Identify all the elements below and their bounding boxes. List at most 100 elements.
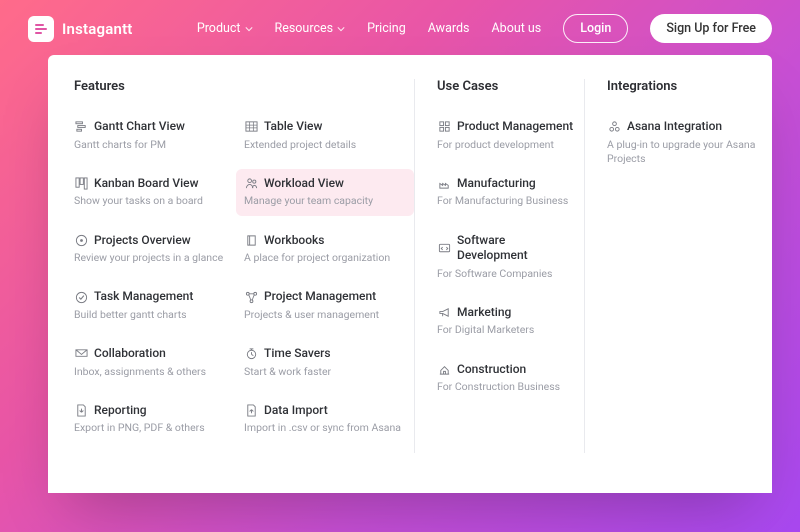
item-title: Product Management [457, 119, 573, 135]
menu-item-product-management[interactable]: Product Management For product developme… [437, 112, 584, 159]
product-mgmt-icon [437, 120, 451, 134]
features-header-spacer [244, 79, 414, 94]
item-desc: For Manufacturing Business [437, 194, 574, 208]
nav-label: Pricing [367, 21, 406, 36]
menu-item-projects-overview[interactable]: Projects Overview Review your projects i… [74, 226, 244, 273]
main-nav: Product Resources Pricing Awards About u… [197, 14, 772, 43]
item-title: Reporting [94, 403, 147, 419]
usecases-header: Use Cases [437, 79, 584, 94]
brand[interactable]: Instagantt [28, 16, 133, 42]
item-desc: A plug-in to upgrade your Asana Projects [607, 138, 764, 166]
topbar: Instagantt Product Resources Pricing Awa… [0, 0, 800, 55]
item-title: Task Management [94, 289, 193, 305]
menu-item-asana-integration[interactable]: Asana Integration A plug-in to upgrade y… [607, 112, 774, 173]
data-import-icon [244, 404, 258, 418]
item-title: Collaboration [94, 346, 166, 362]
item-desc: Start & work faster [244, 365, 404, 379]
item-title: Data Import [264, 403, 328, 419]
software-dev-icon [437, 241, 451, 255]
integrations-col: Integrations Asana Integration A plug-in… [584, 79, 774, 453]
menu-item-task-management[interactable]: Task Management Build better gantt chart… [74, 282, 244, 329]
nav-product[interactable]: Product [197, 21, 253, 36]
menu-item-table-view[interactable]: Table View Extended project details [244, 112, 414, 159]
chevron-down-icon [337, 25, 345, 33]
nav-pricing[interactable]: Pricing [367, 21, 406, 36]
item-desc: A place for project organization [244, 251, 404, 265]
integrations-header: Integrations [607, 79, 774, 94]
menu-item-software-development[interactable]: Software Development For Software Compan… [437, 226, 584, 288]
menu-item-project-management[interactable]: Project Management Projects & user manag… [244, 282, 414, 329]
asana-icon [607, 120, 621, 134]
menu-item-manufacturing[interactable]: Manufacturing For Manufacturing Business [437, 169, 584, 216]
item-title: Workload View [264, 176, 344, 192]
construction-icon [437, 362, 451, 376]
marketing-icon [437, 306, 451, 320]
item-desc: For Software Companies [437, 267, 574, 281]
nav-label: Resources [275, 21, 334, 36]
kanban-icon [74, 177, 88, 191]
item-desc: Import in .csv or sync from Asana [244, 421, 404, 435]
menu-item-time-savers[interactable]: Time Savers Start & work faster [244, 339, 414, 386]
menu-item-collaboration[interactable]: Collaboration Inbox, assignments & other… [74, 339, 244, 386]
manufacturing-icon [437, 177, 451, 191]
workload-icon [244, 177, 258, 191]
menu-item-reporting[interactable]: Reporting Export in PNG, PDF & others [74, 396, 244, 443]
item-desc: Build better gantt charts [74, 308, 234, 322]
menu-item-marketing[interactable]: Marketing For Digital Marketers [437, 298, 584, 345]
item-desc: Review your projects in a glance [74, 251, 234, 265]
item-desc: Projects & user management [244, 308, 404, 322]
item-title: Time Savers [264, 346, 331, 362]
overview-icon [74, 233, 88, 247]
item-title: Gantt Chart View [94, 119, 185, 135]
project-mgmt-icon [244, 290, 258, 304]
nav-label: Product [197, 21, 241, 36]
item-title: Workbooks [264, 233, 325, 249]
features-col-1: Features Gantt Chart View Gantt charts f… [74, 79, 244, 453]
item-title: Construction [457, 362, 526, 378]
chevron-down-icon [245, 25, 253, 33]
menu-item-data-import[interactable]: Data Import Import in .csv or sync from … [244, 396, 414, 443]
item-title: Projects Overview [94, 233, 191, 249]
menu-item-workload-view[interactable]: Workload View Manage your team capacity [236, 169, 414, 216]
usecases-col: Use Cases Product Management For product… [414, 79, 584, 453]
time-savers-icon [244, 347, 258, 361]
item-desc: Manage your team capacity [244, 194, 402, 208]
nav-label: Awards [428, 21, 470, 36]
item-desc: For product development [437, 138, 574, 152]
item-desc: For Digital Marketers [437, 323, 574, 337]
item-title: Kanban Board View [94, 176, 198, 192]
nav-about[interactable]: About us [492, 21, 542, 36]
task-icon [74, 290, 88, 304]
brand-name: Instagantt [62, 20, 133, 38]
item-title: Table View [264, 119, 322, 135]
menu-item-construction[interactable]: Construction For Construction Business [437, 355, 584, 402]
gantt-icon [74, 120, 88, 134]
nav-resources[interactable]: Resources [275, 21, 346, 36]
menu-item-gantt-chart-view[interactable]: Gantt Chart View Gantt charts for PM [74, 112, 244, 159]
item-desc: Gantt charts for PM [74, 138, 234, 152]
workbooks-icon [244, 233, 258, 247]
mega-menu: Features Gantt Chart View Gantt charts f… [48, 55, 772, 493]
menu-item-kanban-board-view[interactable]: Kanban Board View Show your tasks on a b… [74, 169, 244, 216]
item-title: Asana Integration [627, 119, 722, 135]
table-icon [244, 120, 258, 134]
signup-button[interactable]: Sign Up for Free [650, 14, 772, 43]
item-desc: Show your tasks on a board [74, 194, 234, 208]
item-desc: Export in PNG, PDF & others [74, 421, 234, 435]
nav-label: About us [492, 21, 542, 36]
item-desc: For Construction Business [437, 380, 574, 394]
login-button[interactable]: Login [563, 14, 628, 43]
features-col-2: Table View Extended project details Work… [244, 79, 414, 453]
item-title: Software Development [457, 233, 574, 264]
item-title: Marketing [457, 305, 511, 321]
nav-awards[interactable]: Awards [428, 21, 470, 36]
brand-logo-icon [28, 16, 54, 42]
item-title: Project Management [264, 289, 376, 305]
features-header: Features [74, 79, 244, 94]
reporting-icon [74, 404, 88, 418]
menu-item-workbooks[interactable]: Workbooks A place for project organizati… [244, 226, 414, 273]
item-title: Manufacturing [457, 176, 536, 192]
collaboration-icon [74, 347, 88, 361]
item-desc: Extended project details [244, 138, 404, 152]
item-desc: Inbox, assignments & others [74, 365, 234, 379]
